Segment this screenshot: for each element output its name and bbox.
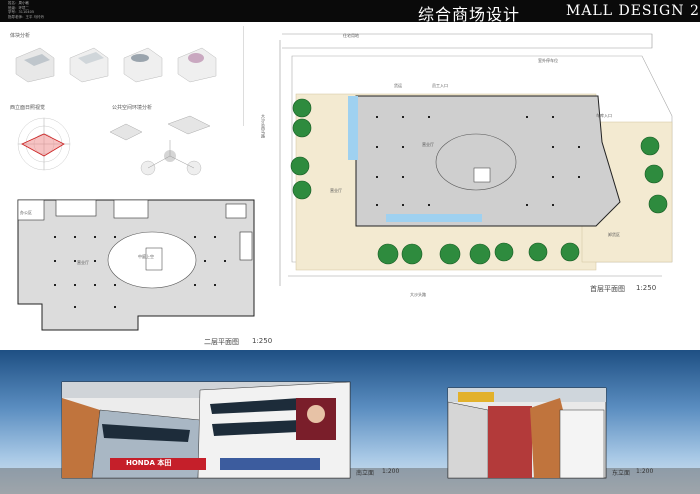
west-road-label: 大沙头西马路 xyxy=(261,114,266,138)
space-analysis-label: 公共空间环境分析 xyxy=(112,105,153,111)
volume-block-1 xyxy=(15,47,55,83)
south-elevation xyxy=(61,381,351,479)
hall-label: 营业厅 xyxy=(77,260,89,265)
east-elevation xyxy=(447,387,607,479)
radar-diagram xyxy=(17,117,71,171)
elevation-sun-label: 西立面日照视觉 xyxy=(10,105,46,111)
volume-block-2 xyxy=(69,47,109,83)
ground-floor-scale: 1:250 xyxy=(636,284,657,292)
south-road-label: 大沙头路 xyxy=(410,292,426,297)
second-floor-plan xyxy=(17,199,255,331)
office-label: 办公区 xyxy=(20,210,32,215)
garage-entrance-label: 车库入口 xyxy=(596,113,612,118)
freight-label: 货运 xyxy=(394,83,402,88)
info-line: 指导老师：王平 马玲玲 xyxy=(8,14,45,19)
second-floor-title: 二层平面图 xyxy=(204,338,239,346)
hall-label-2: 营业厅 xyxy=(330,188,342,193)
divider xyxy=(243,26,244,126)
second-floor-scale: 1:250 xyxy=(252,337,273,345)
designer-info: 姓名：周小敏 班级：环境二 学号：3110405 指导老师：王平 马玲玲 xyxy=(8,1,44,19)
parking-label: 室外停车位 xyxy=(538,58,558,63)
volume-block-4 xyxy=(177,47,217,83)
elevations xyxy=(0,381,700,494)
title-english: MALL DESIGN 2 xyxy=(566,3,700,19)
staff-entrance-label: 员工入口 xyxy=(432,83,448,88)
site-plan xyxy=(279,33,673,286)
volume-analysis-label: 体块分析 xyxy=(10,33,31,39)
south-elevation-title: 南立面 xyxy=(356,470,375,477)
space-diagram xyxy=(109,115,211,176)
residential-road-label: 住宅用地 xyxy=(343,33,359,38)
unloading-label: 卸货区 xyxy=(608,232,620,237)
south-elevation-scale: 1:200 xyxy=(382,468,400,475)
ground-floor-title: 首层平面图 xyxy=(590,285,625,293)
volume-block-3 xyxy=(123,47,163,83)
south-sign-label: HONDA 本田 xyxy=(126,459,172,467)
title-chinese: 综合商场设计 xyxy=(418,5,521,24)
east-elevation-scale: 1:200 xyxy=(636,468,654,475)
title-bar: 姓名：周小敏 班级：环境二 学号：3110405 指导老师：王平 马玲玲 综合商… xyxy=(0,0,700,24)
hall-label-1: 营业厅 xyxy=(422,142,434,147)
atrium-label: 中庭上空 xyxy=(138,254,154,259)
east-elevation-title: 东立面 xyxy=(612,470,631,477)
volume-diagrams xyxy=(15,47,217,83)
